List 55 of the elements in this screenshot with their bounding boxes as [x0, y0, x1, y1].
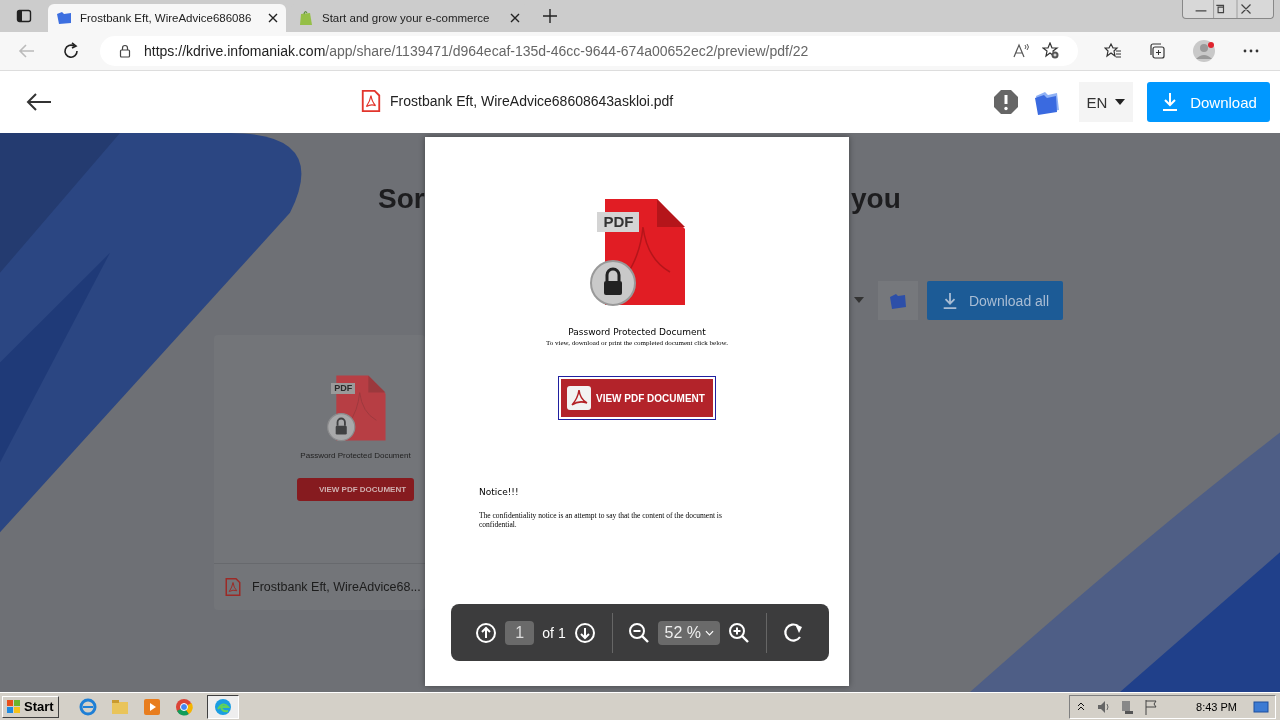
shopping-bag-icon [298, 10, 314, 26]
zoom-out-icon[interactable] [628, 621, 651, 644]
document-title: Password Protected Document [568, 327, 706, 337]
page-count: of 1 [542, 624, 566, 641]
file-card[interactable]: PDF Password Protected Document VIEW PDF DOCUMENT Frostbank Eft, WireAdvice68... [214, 335, 425, 610]
chrome-icon[interactable] [174, 697, 193, 716]
page-heading: you [851, 183, 901, 215]
pdf-label: PDF [331, 382, 356, 394]
previous-page-icon[interactable] [475, 621, 497, 644]
document-title: Password Protected Document [300, 451, 411, 460]
show-desktop-icon[interactable] [1253, 698, 1269, 715]
edge-icon [213, 697, 232, 716]
caret-icon [1115, 99, 1126, 105]
chevron-icon [705, 629, 715, 636]
add-favorite-icon[interactable] [1042, 42, 1060, 60]
browser-e-icon[interactable] [78, 697, 97, 716]
start-button[interactable]: Start [2, 695, 59, 718]
next-page-icon[interactable] [573, 621, 596, 644]
close-icon[interactable] [268, 13, 278, 23]
tab-actions-icon[interactable] [16, 8, 32, 24]
page-heading: Sor [378, 183, 425, 215]
zoom-dropdown[interactable]: 52 % [658, 620, 721, 645]
rotate-icon[interactable] [783, 621, 805, 644]
warning-icon[interactable] [993, 89, 1019, 115]
edge-taskbar-button[interactable] [206, 694, 239, 719]
lock-icon [118, 44, 132, 58]
download-all-button[interactable]: Download all [927, 281, 1063, 320]
zoom-in-icon[interactable] [728, 621, 751, 644]
close-icon[interactable] [510, 13, 520, 23]
back-arrow-icon[interactable] [26, 92, 52, 112]
collections-icon[interactable] [1148, 42, 1166, 60]
pdf-label: PDF [597, 212, 640, 233]
file-name: Frostbank Eft, WireAdvice68... [252, 580, 421, 594]
page-number-field[interactable]: 1 [505, 620, 535, 645]
favorites-icon[interactable] [1104, 42, 1122, 60]
windows-logo-icon [7, 699, 21, 714]
language-dropdown[interactable]: EN [1079, 82, 1133, 122]
profile-avatar-icon[interactable] [1192, 39, 1216, 63]
view-document-button[interactable]: VIEW PDF DOCUMENT [558, 376, 716, 420]
read-aloud-icon[interactable] [1012, 42, 1030, 60]
file-name: Frostbank Eft, WireAdvice68608643askloi.pdf [390, 93, 674, 109]
pdf-file-icon [360, 90, 382, 112]
notice-title: Notice!!! [479, 487, 519, 497]
pdf-file-icon [224, 578, 242, 596]
folder-icon [56, 10, 72, 26]
caret-icon[interactable] [854, 297, 864, 303]
clock[interactable]: 8:43 PM [1196, 700, 1237, 713]
reload-icon[interactable] [62, 42, 80, 60]
new-tab-icon[interactable] [542, 8, 558, 24]
browser-tab[interactable]: Frostbank Eft, WireAdvice686086 [48, 4, 286, 32]
acrobat-icon [567, 386, 591, 410]
window-controls[interactable] [1182, 0, 1274, 19]
media-player-icon[interactable] [142, 697, 161, 716]
view-document-button: VIEW PDF DOCUMENT [296, 478, 415, 501]
address-field[interactable]: https://kdrive.infomaniak.com/app/share/1139471/d964ecaf-135d-46cc-9644-674a00652ec2/preview/pdf/22 [100, 36, 1078, 66]
